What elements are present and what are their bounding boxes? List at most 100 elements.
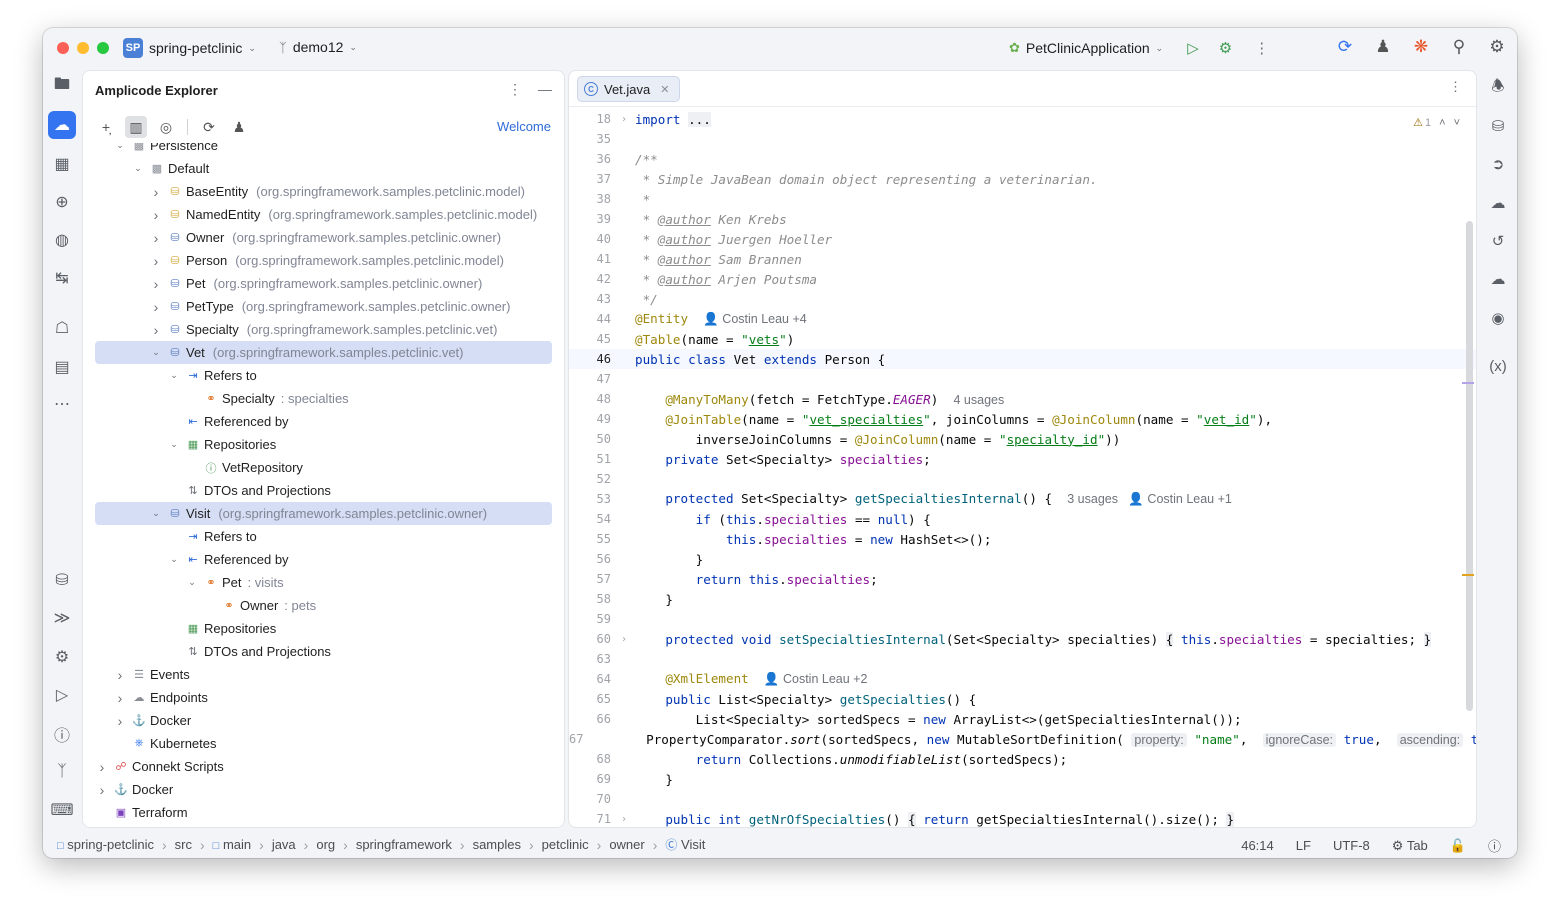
chevron-right-icon[interactable]: › <box>113 667 127 683</box>
chevron-down-icon[interactable]: ⌄ <box>167 554 181 565</box>
chevron-right-icon[interactable]: › <box>95 782 109 798</box>
code-line[interactable]: 42 * @author Arjen Poutsma <box>569 269 1476 289</box>
code-line[interactable]: 52 <box>569 469 1476 489</box>
settings-icon[interactable]: ⚙ <box>1487 36 1507 58</box>
code-line[interactable]: 50 inverseJoinColumns = @JoinColumn(name… <box>569 429 1476 449</box>
tree-item[interactable]: ⚭ Specialty: specialties <box>95 387 552 410</box>
chevron-right-icon[interactable]: › <box>113 713 127 729</box>
terminal-icon[interactable]: ⌨ <box>48 796 76 824</box>
more-actions-icon[interactable]: ⋮ <box>1254 39 1269 57</box>
ai-assistant-icon[interactable]: ⟳ <box>1335 36 1355 58</box>
tree-item[interactable]: ▣ Terraform <box>95 801 552 824</box>
code-line[interactable]: 35 <box>569 129 1476 149</box>
minimize-window-button[interactable] <box>77 42 89 54</box>
tab-vet-java[interactable]: C Vet.java ✕ <box>577 76 681 102</box>
database-icon[interactable]: ⛁ <box>1484 112 1512 140</box>
code-line[interactable]: 49 @JoinTable(name = "vet_specialties", … <box>569 409 1476 429</box>
commit-icon[interactable]: ⊕ <box>48 188 76 216</box>
breadcrumb-item[interactable]: petclinic <box>542 837 589 852</box>
tree-item[interactable]: ⌄ ▩ Default <box>95 157 552 180</box>
tree-item[interactable]: ⇤ Referenced by <box>95 410 552 433</box>
code-line[interactable]: 51 private Set<Specialty> specialties; <box>569 449 1476 469</box>
breadcrumb-item[interactable]: java <box>272 837 296 852</box>
breadcrumb-item[interactable]: □ main <box>213 837 251 852</box>
indent-settings[interactable]: ⚙ Tab <box>1392 838 1428 854</box>
chevron-right-icon[interactable]: › <box>149 299 163 315</box>
tree-item[interactable]: › ⛁ Person (org.springframework.samples.pet… <box>95 249 552 272</box>
tree-item[interactable]: ⇅ DTOs and Projections <box>95 640 552 663</box>
pull-requests-icon[interactable]: ↹ <box>48 264 76 292</box>
search-icon[interactable]: ⚲ <box>1449 36 1469 58</box>
structure-icon[interactable]: ▦ <box>48 150 76 178</box>
code-line[interactable]: 67 PropertyComparator.sort(sortedSpecs, … <box>569 729 1476 749</box>
tree-item[interactable]: ⚭ Owner: pets <box>95 594 552 617</box>
editor-scrollbar[interactable] <box>1466 221 1473 711</box>
amplicode-explorer-icon[interactable]: ☁ <box>48 111 76 139</box>
breadcrumb-item[interactable]: org <box>316 837 335 852</box>
add-user-icon[interactable]: ♟ <box>1373 36 1393 58</box>
tree-item[interactable]: › ☍ Connekt Scripts <box>95 755 552 778</box>
amplicode-designer-icon[interactable]: ➲ <box>1484 150 1512 178</box>
project-folder-icon[interactable]: 🖿 <box>48 72 76 100</box>
git-icon[interactable]: ᛉ <box>48 758 76 786</box>
variables-icon[interactable]: (x) <box>1484 352 1512 380</box>
endpoints-tool-icon[interactable]: ≫ <box>48 604 76 632</box>
fold-toggle-icon[interactable]: › <box>613 814 635 825</box>
code-line[interactable]: 47 <box>569 369 1476 389</box>
palette-icon[interactable]: ◉ <box>1484 304 1512 332</box>
plugins-icon[interactable]: ◍ <box>48 226 76 254</box>
chevron-right-icon[interactable]: › <box>113 690 127 706</box>
code-line[interactable]: 59 <box>569 609 1476 629</box>
code-line[interactable]: 55 this.specialties = new HashSet<>(); <box>569 529 1476 549</box>
code-line[interactable]: 37 * Simple JavaBean domain object repre… <box>569 169 1476 189</box>
tree-item[interactable]: ⇅ DTOs and Projections <box>95 479 552 502</box>
tab-options-icon[interactable]: ⋮ <box>1449 79 1462 95</box>
code-line[interactable]: 53 protected Set<Specialty> getSpecialti… <box>569 489 1476 509</box>
tree-item[interactable]: ⎈ Kubernetes <box>95 732 552 755</box>
code-line[interactable]: 38 * <box>569 189 1476 209</box>
code-line[interactable]: 57 return this.specialties; <box>569 569 1476 589</box>
close-tab-icon[interactable]: ✕ <box>660 83 669 96</box>
tree-item[interactable]: ▦ Repositories <box>95 617 552 640</box>
chevron-down-icon[interactable]: ⌄ <box>131 163 145 174</box>
code-line[interactable]: 60 › protected void setSpecialtiesInterna… <box>569 629 1476 649</box>
code-line[interactable]: 69 } <box>569 769 1476 789</box>
code-line[interactable]: 66 List<Specialty> sortedSpecs = new Arr… <box>569 709 1476 729</box>
tree-item[interactable]: ⌄ ⇥ Refers to <box>95 364 552 387</box>
code-area[interactable]: 18 › import ... 35 36/** 37 * Simple JavaBean… <box>569 108 1476 827</box>
chevron-right-icon[interactable]: › <box>95 759 109 775</box>
panel-options-icon[interactable]: ⋮ <box>508 81 522 98</box>
caret-position[interactable]: 46:14 <box>1241 838 1274 853</box>
chevron-right-icon[interactable]: › <box>149 207 163 223</box>
chevron-right-icon[interactable]: › <box>149 322 163 338</box>
add-icon[interactable]: +̦ <box>95 116 117 138</box>
run-configuration-selector[interactable]: ✿ PetClinicApplication ⌄ ▷ ⚙ ⋮ <box>1009 39 1269 57</box>
tree-item[interactable]: › ⛁ Specialty (org.springframework.samples.… <box>95 318 552 341</box>
notifications-icon[interactable]: 🕭 <box>1484 74 1512 102</box>
chevron-down-icon[interactable]: ⌄ <box>167 439 181 450</box>
chevron-down-icon[interactable]: ⌄ <box>149 508 163 519</box>
run-icon[interactable]: ▷ <box>1187 39 1199 57</box>
code-line[interactable]: 41 * @author Sam Brannen <box>569 249 1476 269</box>
code-line[interactable]: 48 @ManyToMany(fetch = FetchType.EAGER) … <box>569 389 1476 409</box>
tree-item[interactable]: ⓘ VetRepository <box>95 456 552 479</box>
code-line[interactable]: 46 public class Vet extends Person { <box>569 349 1476 369</box>
code-line[interactable]: 36 /** <box>569 149 1476 169</box>
code-line[interactable]: 39 * @author Ken Krebs <box>569 209 1476 229</box>
bookmarks-icon[interactable]: ☖ <box>48 314 76 342</box>
chevron-right-icon[interactable]: › <box>149 253 163 269</box>
tree-item[interactable]: › ☁ Endpoints <box>95 686 552 709</box>
branch-selector[interactable]: ᛉ demo12 ⌄ <box>279 39 357 55</box>
user-icon[interactable]: ♟ <box>228 116 250 138</box>
amplicode-spark-icon[interactable]: ❋ <box>1411 36 1431 58</box>
chevron-down-icon[interactable]: ⌄ <box>185 577 199 588</box>
database-icon[interactable]: ⛁ <box>48 566 76 594</box>
more-tools-icon[interactable]: ⋯ <box>48 390 76 418</box>
tree-item[interactable]: ⇥ Refers to <box>95 525 552 548</box>
code-line[interactable]: 63 <box>569 649 1476 669</box>
tree-item[interactable]: ⌄ ▦ Repositories <box>95 433 552 456</box>
tree-item[interactable]: ⌄ ▩ Persistence <box>95 143 552 157</box>
code-line[interactable]: 40 * @author Juergen Hoeller <box>569 229 1476 249</box>
amplicode-cloud-icon[interactable]: ☁ <box>1484 265 1512 293</box>
read-only-lock-icon[interactable]: 🔓 <box>1450 838 1466 854</box>
